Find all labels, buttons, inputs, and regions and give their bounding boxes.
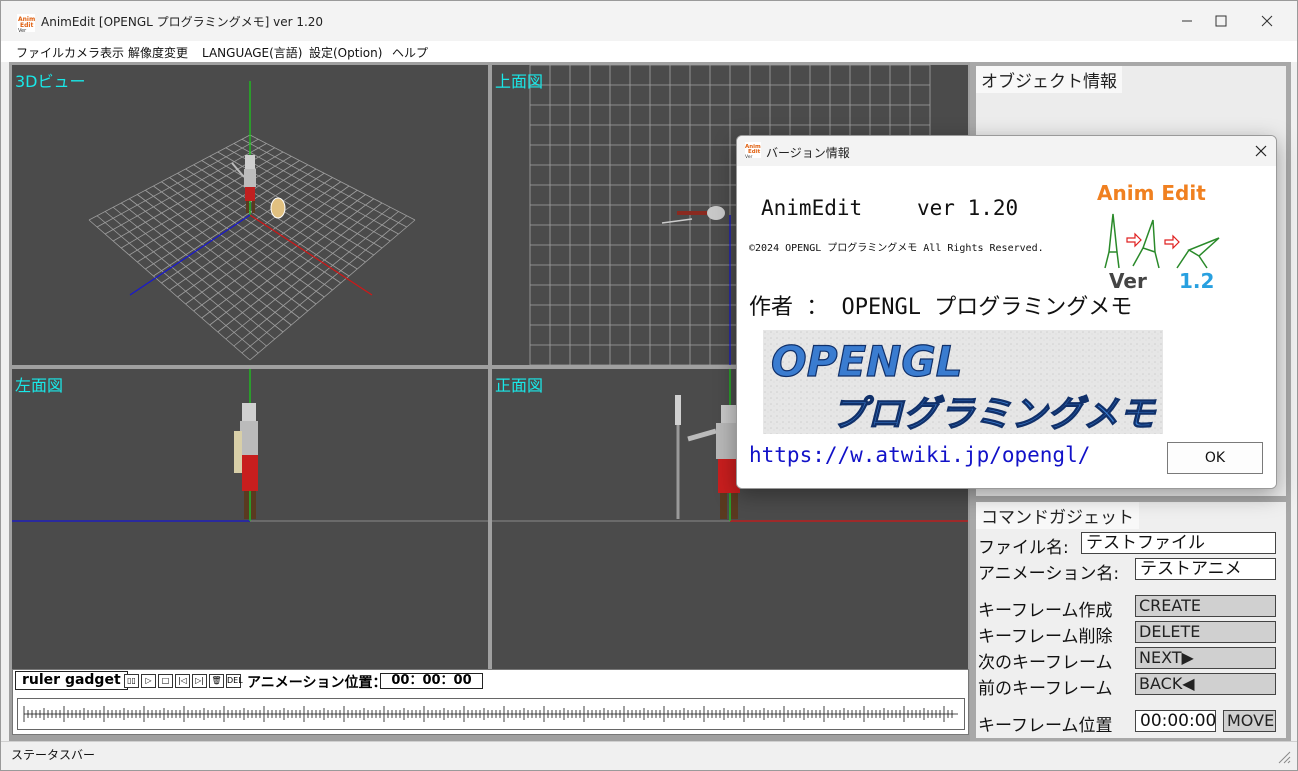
- next-keyframe-label: 次のキーフレーム: [978, 653, 1113, 673]
- minimize-icon[interactable]: [1171, 9, 1203, 33]
- maximize-icon[interactable]: [1205, 9, 1237, 33]
- trash-icon[interactable]: 🗑: [209, 674, 224, 688]
- website-link[interactable]: https://w.atwiki.jp/opengl/: [749, 443, 1090, 467]
- viewport-top-label: 上面図: [495, 72, 544, 91]
- delete-button[interactable]: DELETE: [1135, 621, 1276, 643]
- file-name-label: ファイル名:: [978, 538, 1069, 558]
- menu-help[interactable]: ヘルプ: [392, 44, 428, 61]
- dialog-close-icon[interactable]: [1251, 141, 1271, 161]
- window-title: AnimEdit [OPENGL プログラミングメモ] ver 1.20: [41, 15, 324, 29]
- character-model-top: [661, 206, 725, 224]
- resize-grip-icon[interactable]: [1277, 750, 1291, 764]
- anim-position-label: アニメーション位置：: [247, 675, 387, 691]
- version-dialog: Anim Edit Ver バージョン情報 AnimEdit ver 1.20 …: [736, 135, 1277, 489]
- viewport-3d-label: 3Dビュー: [15, 72, 86, 91]
- title-bar[interactable]: Anim Edit Ver AnimEdit [OPENGL プログラミングメモ…: [1, 1, 1297, 41]
- menu-settings[interactable]: 設定(Option): [309, 44, 382, 61]
- dialog-body: AnimEdit ver 1.20 ©2024 OPENGL プログラミングメモ…: [737, 166, 1276, 488]
- viewport-front-label: 正面図: [495, 376, 544, 395]
- ruler-track[interactable]: [17, 698, 965, 730]
- character-model-front: [675, 395, 742, 519]
- back-keyframe-label: 前のキーフレーム: [978, 679, 1113, 699]
- del-button[interactable]: DEL: [226, 674, 243, 688]
- anim-name-input[interactable]: テストアニメ: [1135, 558, 1276, 580]
- grid-3d: [88, 81, 416, 361]
- dialog-app-icon: Anim Edit Ver: [745, 142, 761, 158]
- menu-file[interactable]: ファイル: [16, 44, 64, 61]
- viewport-left[interactable]: 左面図: [12, 369, 488, 669]
- object-info-title: オブジェクト情報: [976, 66, 1122, 93]
- menu-bar: ファイル カメラ表示 解像度変更 LANGUAGE(言語) 設定(Option)…: [1, 41, 1297, 62]
- stop-button[interactable]: □: [158, 674, 173, 688]
- skip-forward-button[interactable]: ▷|: [192, 674, 207, 688]
- opengl-memo-banner: OPENGL プログラミングメモ: [763, 330, 1163, 434]
- viewport-3d[interactable]: 3Dビュー: [12, 65, 488, 365]
- banner-line1: OPENGL: [771, 337, 963, 386]
- menu-camera[interactable]: カメラ表示: [64, 44, 124, 61]
- dialog-title-bar[interactable]: Anim Edit Ver バージョン情報: [737, 136, 1276, 166]
- move-button[interactable]: MOVE: [1223, 710, 1276, 732]
- pause-button[interactable]: ▯▯: [124, 674, 139, 688]
- version-text: ver 1.20: [917, 196, 1019, 220]
- author-text: 作者 ： OPENGL プログラミングメモ: [749, 295, 1133, 320]
- keyframe-position-input[interactable]: 00:00:00: [1135, 710, 1216, 732]
- main-window: Anim Edit Ver AnimEdit [OPENGL プログラミングメモ…: [0, 0, 1298, 771]
- scene-left: [12, 369, 488, 522]
- character-model-left: [234, 403, 258, 519]
- logo-number: 1.2: [1179, 269, 1214, 293]
- ruler-gadget-tab: ruler gadget: [15, 671, 128, 690]
- command-gadget-title: コマンドガジェット: [976, 502, 1139, 529]
- keyframe-position-label: キーフレーム位置: [978, 716, 1113, 736]
- app-icon: Anim Edit Ver: [17, 14, 35, 32]
- anim-name-label: アニメーション名:: [978, 564, 1120, 584]
- create-button[interactable]: CREATE: [1135, 595, 1276, 617]
- app-name-text: AnimEdit: [761, 196, 863, 220]
- banner-line2: プログラミングメモ: [831, 394, 1157, 434]
- next-button[interactable]: NEXT▶: [1135, 647, 1276, 669]
- svg-text:Ver: Ver: [18, 28, 27, 32]
- ruler-ticks: [23, 706, 958, 722]
- status-bar: ステータスバー: [1, 741, 1297, 770]
- menu-resolution[interactable]: 解像度変更: [128, 44, 188, 61]
- file-name-input[interactable]: テストファイル: [1081, 532, 1276, 554]
- command-gadget-panel: コマンドガジェット ファイル名: テストファイル アニメーション名: テストアニ…: [976, 502, 1286, 738]
- delete-keyframe-label: キーフレーム削除: [978, 627, 1113, 647]
- svg-text:Ver: Ver: [745, 154, 752, 158]
- back-button[interactable]: BACK◀: [1135, 673, 1276, 695]
- dialog-title: バージョン情報: [766, 146, 850, 160]
- play-button[interactable]: ▷: [141, 674, 156, 688]
- close-icon[interactable]: [1251, 9, 1283, 33]
- skip-back-button[interactable]: |◁: [175, 674, 190, 688]
- ok-button[interactable]: OK: [1167, 442, 1263, 474]
- create-keyframe-label: キーフレーム作成: [978, 601, 1113, 621]
- viewport-left-label: 左面図: [15, 376, 64, 395]
- menu-language[interactable]: LANGUAGE(言語): [202, 44, 302, 61]
- logo-title: Anim Edit: [1097, 181, 1206, 205]
- ruler-gadget: ruler gadget ▯▯ ▷ □ |◁ ▷| 🗑 DEL アニメーション位…: [12, 669, 969, 735]
- status-text: ステータスバー: [11, 748, 96, 762]
- copyright-text: ©2024 OPENGL プログラミングメモ All Rights Reserv…: [749, 243, 1044, 254]
- anim-edit-logo: Anim Edit Ver 1.2: [1097, 181, 1220, 293]
- anim-position-value: 00：00：00: [380, 673, 483, 689]
